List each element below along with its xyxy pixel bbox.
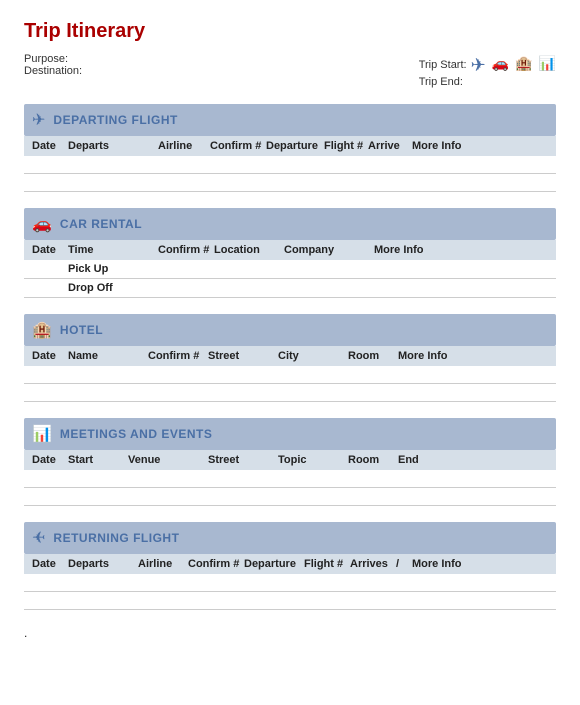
- table-row: [24, 366, 556, 384]
- trip-icons: ✈ 🚗 🏨 📊: [471, 55, 556, 76]
- ht-col-room: Room: [348, 350, 398, 362]
- table-row: [24, 574, 556, 592]
- ht-col-street: Street: [208, 350, 278, 362]
- meetings-section: 📊 MEETINGS AND EVENTS Date Start Venue S…: [24, 418, 556, 506]
- plane-returning-icon: ✈: [32, 528, 45, 548]
- destination-label: Destination:: [24, 65, 82, 77]
- rf-col-slash: /: [396, 558, 412, 570]
- df-col-airline: Airline: [158, 140, 210, 152]
- plane-icon: ✈: [471, 55, 486, 76]
- departing-flight-title: DEPARTING FLIGHT: [53, 113, 177, 127]
- me-col-topic: Topic: [278, 454, 348, 466]
- meetings-header: 📊 MEETINGS AND EVENTS: [24, 418, 556, 450]
- meetings-col-headers: Date Start Venue Street Topic Room End: [24, 450, 556, 470]
- df-col-confirm: Confirm #: [210, 140, 266, 152]
- trip-end-row: Trip End:: [419, 76, 463, 88]
- trip-start-label: Trip Start:: [419, 59, 467, 71]
- table-row: [24, 174, 556, 192]
- departing-flight-rows: [24, 156, 556, 192]
- table-row: [24, 592, 556, 610]
- hotel-title: HOTEL: [60, 323, 103, 337]
- rf-col-date: Date: [32, 558, 68, 570]
- returning-flight-rows: [24, 574, 556, 610]
- hotel-section-icon: 🏨: [32, 320, 52, 340]
- rf-col-confirm: Confirm #: [188, 558, 244, 570]
- chart-icon: 📊: [539, 55, 556, 76]
- df-col-arrive: Arrive: [368, 140, 412, 152]
- table-row: [24, 488, 556, 506]
- df-col-date: Date: [32, 140, 68, 152]
- cr-col-date: Date: [32, 244, 68, 256]
- plane-departing-icon: ✈: [32, 110, 45, 130]
- car-rental-header: 🚗 CAR RENTAL: [24, 208, 556, 240]
- trip-start-row: Trip Start: ✈ 🚗 🏨 📊: [419, 53, 556, 76]
- me-col-date: Date: [32, 454, 68, 466]
- rf-col-departs: Departs: [68, 558, 138, 570]
- rf-col-flight: Flight #: [304, 558, 350, 570]
- departing-flight-section: ✈ DEPARTING FLIGHT Date Departs Airline …: [24, 104, 556, 192]
- me-col-street: Street: [208, 454, 278, 466]
- df-col-departs: Departs: [68, 140, 158, 152]
- table-row: [24, 156, 556, 174]
- ht-col-more: More Info: [398, 350, 548, 362]
- rf-col-more: More Info: [412, 558, 548, 570]
- rf-col-departure: Departure: [244, 558, 304, 570]
- hotel-icon: 🏨: [515, 55, 532, 76]
- meta-right: Trip Start: ✈ 🚗 🏨 📊 Trip End:: [419, 53, 556, 88]
- purpose-label: Purpose:: [24, 53, 82, 65]
- returning-flight-section: ✈ RETURNING FLIGHT Date Departs Airline …: [24, 522, 556, 610]
- hotel-section: 🏨 HOTEL Date Name Confirm # Street City …: [24, 314, 556, 402]
- df-col-more: More Info: [412, 140, 548, 152]
- trip-end-label: Trip End:: [419, 76, 463, 88]
- meetings-icon: 📊: [32, 424, 52, 444]
- returning-flight-header: ✈ RETURNING FLIGHT: [24, 522, 556, 554]
- dropoff-row: Drop Off: [24, 279, 556, 298]
- cr-col-location: Location: [214, 244, 284, 256]
- car-icon: 🚗: [492, 55, 509, 76]
- meta-section: Purpose: Destination: Trip Start: ✈ 🚗 🏨 …: [24, 53, 556, 88]
- hotel-header: 🏨 HOTEL: [24, 314, 556, 346]
- me-col-venue: Venue: [128, 454, 208, 466]
- df-col-flight: Flight #: [324, 140, 368, 152]
- page-title: Trip Itinerary: [24, 20, 556, 43]
- table-row: [24, 470, 556, 488]
- me-col-start: Start: [68, 454, 128, 466]
- meta-left: Purpose: Destination:: [24, 53, 82, 77]
- cr-col-more: More Info: [374, 244, 548, 256]
- table-row: [24, 384, 556, 402]
- pickup-row: Pick Up: [24, 260, 556, 279]
- meetings-rows: [24, 470, 556, 506]
- returning-flight-title: RETURNING FLIGHT: [53, 531, 179, 545]
- footer-dot: .: [24, 626, 27, 640]
- me-col-room: Room: [348, 454, 398, 466]
- meetings-title: MEETINGS AND EVENTS: [60, 427, 212, 441]
- ht-col-confirm: Confirm #: [148, 350, 208, 362]
- car-rental-section: 🚗 CAR RENTAL Date Time Confirm # Locatio…: [24, 208, 556, 298]
- hotel-rows: [24, 366, 556, 402]
- footer: .: [24, 626, 556, 640]
- rf-col-arrives: Arrives: [350, 558, 396, 570]
- cr-col-confirm: Confirm #: [158, 244, 214, 256]
- rf-col-airline: Airline: [138, 558, 188, 570]
- car-rental-col-headers: Date Time Confirm # Location Company Mor…: [24, 240, 556, 260]
- returning-flight-col-headers: Date Departs Airline Confirm # Departure…: [24, 554, 556, 574]
- me-col-end: End: [398, 454, 548, 466]
- departing-flight-header: ✈ DEPARTING FLIGHT: [24, 104, 556, 136]
- cr-col-company: Company: [284, 244, 374, 256]
- df-col-departure: Departure: [266, 140, 324, 152]
- car-rental-icon: 🚗: [32, 214, 52, 234]
- cr-col-time: Time: [68, 244, 158, 256]
- ht-col-city: City: [278, 350, 348, 362]
- hotel-col-headers: Date Name Confirm # Street City Room Mor…: [24, 346, 556, 366]
- ht-col-date: Date: [32, 350, 68, 362]
- departing-flight-col-headers: Date Departs Airline Confirm # Departure…: [24, 136, 556, 156]
- car-rental-title: CAR RENTAL: [60, 217, 142, 231]
- ht-col-name: Name: [68, 350, 148, 362]
